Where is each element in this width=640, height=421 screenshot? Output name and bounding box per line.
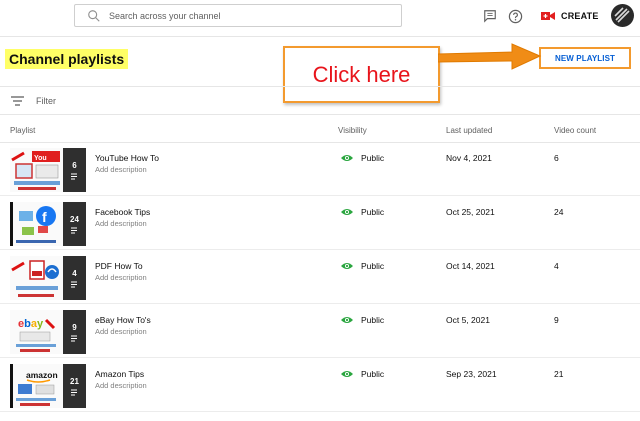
count-overlay: 21 bbox=[63, 364, 86, 408]
svg-text:ebay: ebay bbox=[18, 318, 44, 330]
header-playlist[interactable]: Playlist bbox=[10, 126, 35, 135]
count-overlay: 24 bbox=[63, 202, 86, 246]
video-count: 21 bbox=[554, 369, 564, 379]
pdf-thumbnail-art bbox=[10, 256, 63, 300]
eye-icon bbox=[341, 155, 353, 161]
eye-icon bbox=[341, 263, 353, 269]
last-updated: Nov 4, 2021 bbox=[446, 153, 492, 163]
arrow-right-icon bbox=[438, 43, 542, 70]
svg-text:amazon: amazon bbox=[26, 370, 58, 380]
visibility-cell[interactable]: Public bbox=[341, 369, 384, 379]
eye-icon bbox=[341, 371, 353, 377]
video-count: 6 bbox=[554, 153, 559, 163]
playlist-description[interactable]: Add description bbox=[95, 273, 147, 282]
visibility-cell[interactable]: Public bbox=[341, 207, 384, 217]
playlist-description[interactable]: Add description bbox=[95, 381, 147, 390]
visibility-label: Public bbox=[361, 261, 385, 271]
table-row[interactable]: f 24 Facebook Tips Add description Publi… bbox=[0, 197, 640, 250]
visibility-label: Public bbox=[361, 369, 385, 379]
table-row[interactable]: 4 PDF How To Add description Public Oct … bbox=[0, 251, 640, 304]
last-updated: Sep 23, 2021 bbox=[446, 369, 497, 379]
visibility-cell[interactable]: Public bbox=[341, 261, 384, 271]
youtube-thumbnail-art: You bbox=[10, 148, 63, 192]
playlist-thumbnail[interactable]: f 24 bbox=[10, 202, 86, 246]
amazon-thumbnail-art: amazon bbox=[10, 364, 63, 408]
table-row[interactable]: ebay 9 eBay How To's Add description Pub… bbox=[0, 305, 640, 358]
top-bar: CREATE bbox=[0, 0, 640, 37]
filter-icon bbox=[11, 95, 24, 106]
visibility-cell[interactable]: Public bbox=[341, 315, 384, 325]
playlist-description[interactable]: Add description bbox=[95, 165, 147, 174]
svg-text:You: You bbox=[34, 155, 47, 162]
last-updated: Oct 14, 2021 bbox=[446, 261, 495, 271]
video-camera-icon bbox=[541, 12, 555, 20]
count-overlay: 9 bbox=[63, 310, 86, 354]
create-button[interactable]: CREATE bbox=[535, 6, 605, 26]
playlist-title[interactable]: YouTube How To bbox=[95, 153, 159, 163]
visibility-cell[interactable]: Public bbox=[341, 153, 384, 163]
callout-text: Click here bbox=[312, 61, 411, 87]
search-box[interactable] bbox=[74, 4, 402, 27]
svg-text:f: f bbox=[42, 209, 47, 225]
count-overlay: 6 bbox=[63, 148, 86, 192]
avatar[interactable] bbox=[611, 4, 634, 27]
page-title: Channel playlists bbox=[5, 49, 129, 69]
count-badge: 9 bbox=[72, 322, 77, 332]
search-input[interactable] bbox=[109, 10, 369, 21]
new-playlist-button[interactable]: NEW PLAYLIST bbox=[539, 47, 631, 69]
count-badge: 4 bbox=[72, 268, 77, 278]
count-badge: 21 bbox=[70, 376, 79, 386]
last-updated: Oct 25, 2021 bbox=[446, 207, 495, 217]
playlist-icon bbox=[70, 335, 77, 341]
visibility-label: Public bbox=[361, 153, 385, 163]
facebook-thumbnail-art: f bbox=[10, 202, 63, 246]
playlist-thumbnail[interactable]: amazon 21 bbox=[10, 364, 86, 408]
last-updated: Oct 5, 2021 bbox=[446, 315, 490, 325]
eye-icon bbox=[341, 209, 353, 215]
playlist-title[interactable]: eBay How To's bbox=[95, 315, 151, 325]
header-last-updated[interactable]: Last updated bbox=[446, 126, 492, 135]
filter-label: Filter bbox=[36, 95, 56, 106]
playlist-icon bbox=[70, 227, 77, 233]
filter-bar[interactable]: Filter bbox=[0, 86, 640, 115]
playlist-title[interactable]: Amazon Tips bbox=[95, 369, 144, 379]
help-icon[interactable] bbox=[507, 8, 523, 24]
count-badge: 6 bbox=[72, 160, 77, 170]
table-row[interactable]: amazon 21 Amazon Tips Add description Pu… bbox=[0, 359, 640, 412]
playlist-icon bbox=[70, 281, 77, 287]
count-overlay: 4 bbox=[63, 256, 86, 300]
create-label: CREATE bbox=[561, 11, 599, 21]
playlist-thumbnail[interactable]: You 6 bbox=[10, 148, 86, 192]
video-count: 4 bbox=[554, 261, 559, 271]
ebay-thumbnail-art: ebay bbox=[10, 310, 63, 354]
playlist-icon bbox=[70, 173, 77, 179]
header-visibility[interactable]: Visibility bbox=[338, 126, 367, 135]
table-row[interactable]: You 6 YouTube How To Add description Pub… bbox=[0, 143, 640, 196]
visibility-label: Public bbox=[361, 315, 385, 325]
count-badge: 24 bbox=[70, 214, 79, 224]
visibility-label: Public bbox=[361, 207, 385, 217]
playlist-title[interactable]: Facebook Tips bbox=[95, 207, 150, 217]
video-count: 9 bbox=[554, 315, 559, 325]
playlist-description[interactable]: Add description bbox=[95, 219, 147, 228]
eye-icon bbox=[341, 317, 353, 323]
feedback-icon[interactable] bbox=[482, 8, 498, 24]
playlist-title[interactable]: PDF How To bbox=[95, 261, 143, 271]
header-video-count[interactable]: Video count bbox=[554, 126, 596, 135]
playlist-thumbnail[interactable]: 4 bbox=[10, 256, 86, 300]
playlist-description[interactable]: Add description bbox=[95, 327, 147, 336]
table-header: Playlist Visibility Last updated Video c… bbox=[0, 115, 640, 143]
playlist-icon bbox=[70, 389, 77, 395]
video-count: 24 bbox=[554, 207, 564, 217]
playlist-thumbnail[interactable]: ebay 9 bbox=[10, 310, 86, 354]
search-icon bbox=[88, 9, 100, 22]
